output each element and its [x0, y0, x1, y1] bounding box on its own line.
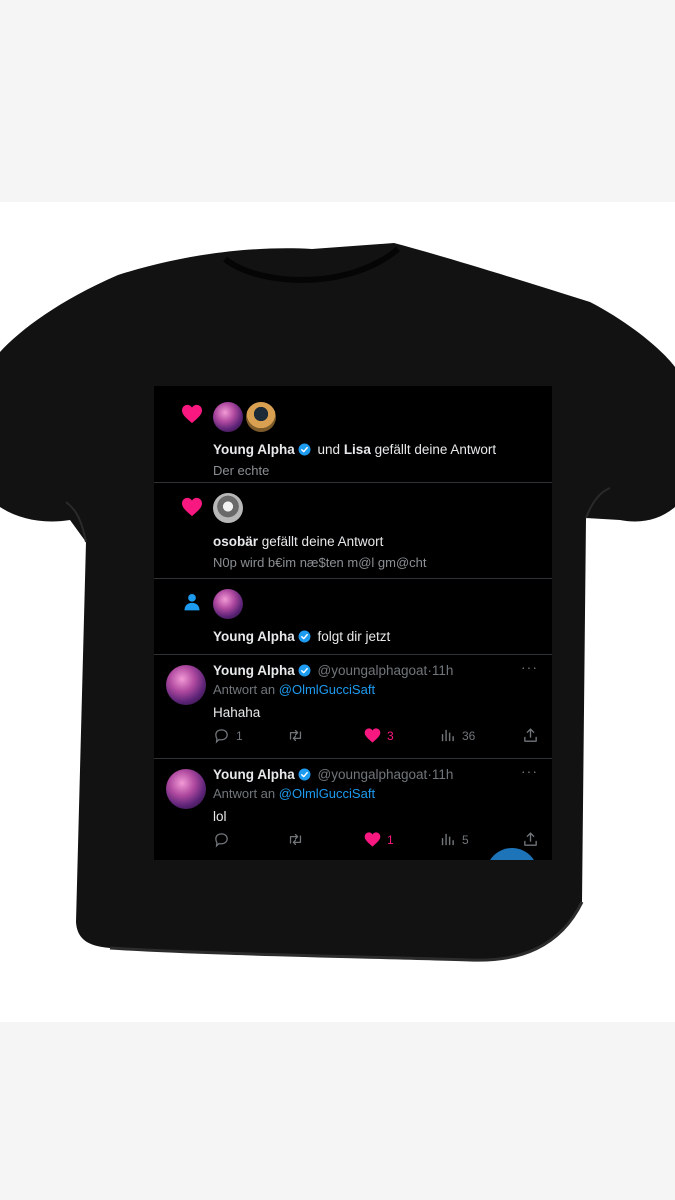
tweet-header: Young Alpha @youngalphagoat·11h	[213, 663, 453, 678]
reply-context: Antwort an @OlmlGucciSaft	[213, 682, 375, 697]
verified-badge-icon	[298, 664, 311, 677]
user-name[interactable]: osobär	[213, 534, 258, 549]
notification-like-1[interactable]: Young Alpha und Lisa gefällt deine Antwo…	[154, 386, 552, 483]
user-name[interactable]: Young Alpha	[213, 663, 295, 678]
reply-prefix: Antwort an	[213, 682, 276, 697]
views-button[interactable]: 5	[439, 831, 469, 848]
verified-badge-icon	[298, 630, 311, 643]
reply-context: Antwort an @OlmlGucciSaft	[213, 786, 375, 801]
avatar-group	[213, 493, 243, 523]
mention-link[interactable]: @OlmlGucciSaft	[279, 786, 375, 801]
reply-button[interactable]: 1	[213, 727, 243, 744]
user-name[interactable]: Young Alpha	[213, 629, 295, 644]
heart-icon	[180, 402, 204, 426]
user-name[interactable]: Lisa	[344, 442, 371, 457]
avatar[interactable]	[213, 493, 243, 523]
comment-icon	[215, 833, 228, 848]
notification-like-2[interactable]: osobär gefällt deine Antwort N0p wird b€…	[154, 483, 552, 579]
avatar[interactable]	[166, 665, 206, 705]
bar-chart-icon	[441, 833, 454, 846]
avatar-group	[213, 402, 276, 432]
reply-button[interactable]	[213, 831, 236, 848]
action-text: gefällt deine Antwort	[374, 442, 497, 457]
product-image: Young Alpha und Lisa gefällt deine Antwo…	[0, 202, 675, 1022]
comment-icon	[215, 729, 228, 744]
timestamp[interactable]: 11h	[432, 767, 454, 782]
notification-snippet: N0p wird b€im næ$ten m@l gm@cht	[213, 555, 427, 570]
user-name[interactable]: Young Alpha	[213, 767, 295, 782]
retweet-button[interactable]	[287, 727, 310, 744]
tweet-reply-2[interactable]: Young Alpha @youngalphagoat·11h ··· Antw…	[154, 759, 552, 860]
retweet-icon	[289, 729, 302, 742]
tweet-header: Young Alpha @youngalphagoat·11h	[213, 767, 453, 782]
tweet-actions: 1 5	[213, 831, 541, 851]
like-button[interactable]: 3	[364, 727, 394, 744]
action-text: folgt dir jetzt	[317, 629, 391, 644]
like-count: 1	[387, 832, 394, 847]
user-name[interactable]: Young Alpha	[213, 442, 295, 457]
person-icon	[180, 590, 204, 614]
tweet-actions: 1 3 36	[213, 727, 541, 747]
like-count: 3	[387, 728, 394, 743]
notification-snippet: Der echte	[213, 463, 270, 478]
tweet-text: lol	[213, 809, 227, 824]
avatar-group	[213, 589, 243, 619]
like-button[interactable]: 1	[364, 831, 394, 848]
bottom-background-band	[0, 1022, 675, 1200]
top-background-band	[0, 0, 675, 202]
verified-badge-icon	[298, 443, 311, 456]
more-options-button[interactable]: ···	[521, 659, 538, 675]
mention-link[interactable]: @OlmlGucciSaft	[279, 682, 375, 697]
notification-follow[interactable]: Young Alpha folgt dir jetzt	[154, 579, 552, 655]
tweet-reply-1[interactable]: Young Alpha @youngalphagoat·11h ··· Antw…	[154, 655, 552, 759]
verified-badge-icon	[298, 768, 311, 781]
tweet-text: Hahaha	[213, 705, 261, 720]
share-icon	[524, 832, 537, 846]
user-handle[interactable]: @youngalphagoat	[318, 767, 428, 782]
notification-text: Young Alpha und Lisa gefällt deine Antwo…	[213, 442, 496, 457]
notifications-feed[interactable]: Young Alpha und Lisa gefällt deine Antwo…	[154, 386, 552, 860]
heart-filled-icon	[364, 728, 381, 743]
retweet-button[interactable]	[287, 831, 310, 848]
notification-text: osobär gefällt deine Antwort	[213, 534, 383, 549]
avatar[interactable]	[166, 769, 206, 809]
action-text: gefällt deine Antwort	[261, 534, 384, 549]
user-handle[interactable]: @youngalphagoat	[318, 663, 428, 678]
avatar[interactable]	[246, 402, 276, 432]
heart-filled-icon	[364, 832, 381, 847]
share-icon	[524, 728, 537, 742]
share-button[interactable]	[522, 727, 539, 744]
retweet-icon	[289, 833, 302, 846]
reply-prefix: Antwort an	[213, 786, 276, 801]
heart-icon	[180, 495, 204, 519]
view-count: 36	[462, 728, 476, 743]
view-count: 5	[462, 832, 469, 847]
more-options-button[interactable]: ···	[521, 763, 538, 779]
share-button[interactable]	[522, 831, 539, 848]
reply-count: 1	[236, 728, 243, 743]
bar-chart-icon	[441, 729, 454, 742]
connector-text: und	[317, 442, 341, 457]
notification-text: Young Alpha folgt dir jetzt	[213, 629, 390, 644]
avatar[interactable]	[213, 402, 243, 432]
timestamp[interactable]: 11h	[432, 663, 454, 678]
views-button[interactable]: 36	[439, 727, 475, 744]
avatar[interactable]	[213, 589, 243, 619]
